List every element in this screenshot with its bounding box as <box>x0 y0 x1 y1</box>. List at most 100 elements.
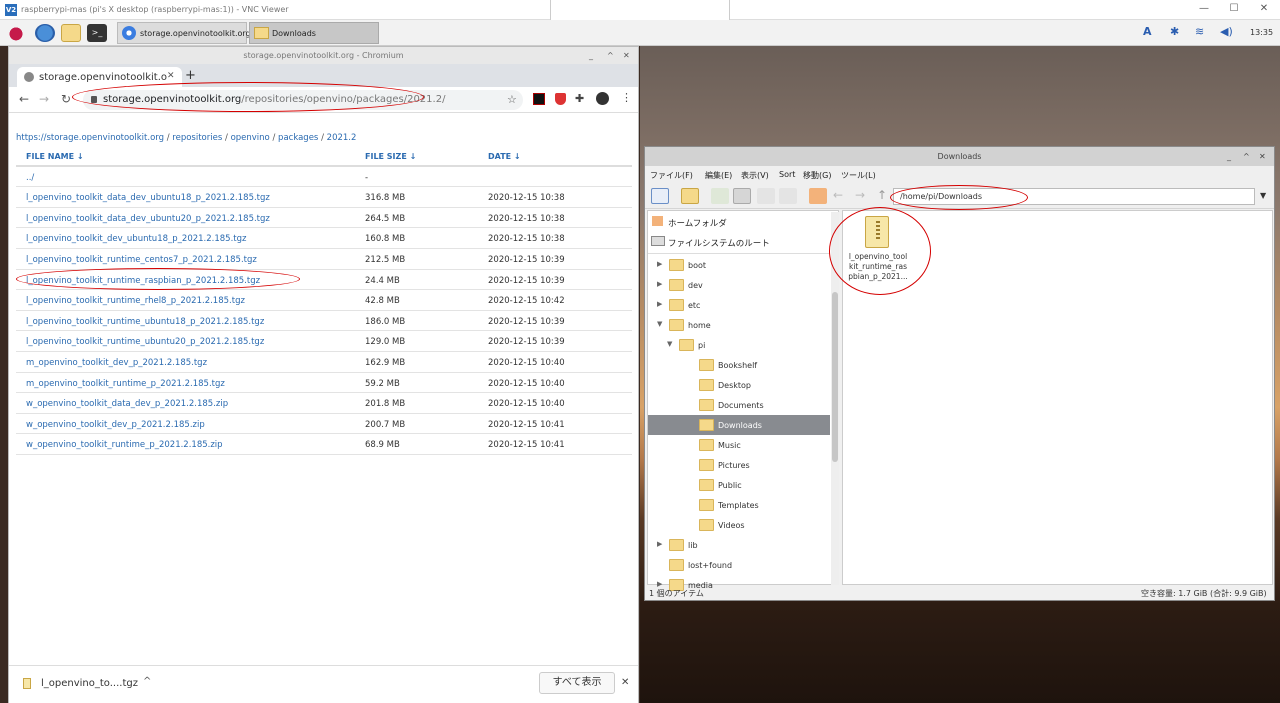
icon-view-icon[interactable] <box>733 188 751 204</box>
maximize-button[interactable]: ^ <box>607 47 614 64</box>
file-item-openvino-archive[interactable]: l_openvino_toolkit_runtime_raspbian_p_20… <box>843 211 913 291</box>
breadcrumb-packages[interactable]: packages <box>278 133 318 143</box>
file-link[interactable]: l_openvino_toolkit_dev_ubuntu18_p_2021.2… <box>26 234 246 244</box>
back-arrow-icon[interactable]: ← <box>19 92 29 106</box>
column-file-name[interactable]: FILE NAME ↓ <box>26 152 84 161</box>
tree-item-pictures[interactable]: Pictures <box>648 455 830 475</box>
raspberry-menu-icon[interactable] <box>6 24 26 42</box>
view-mode-icon[interactable] <box>711 188 729 204</box>
back-arrow-icon[interactable]: ← <box>833 188 851 204</box>
expander-icon[interactable]: ▶ <box>657 260 662 268</box>
volume-icon[interactable]: ◀) <box>1220 25 1233 38</box>
file-link[interactable]: l_openvino_toolkit_data_dev_ubuntu18_p_2… <box>26 193 270 203</box>
path-history-dropdown-icon[interactable]: ▼ <box>1260 191 1266 200</box>
extensions-puzzle-icon[interactable]: ✚ <box>575 92 584 105</box>
taskbar-task-chromium[interactable]: storage.openvinotoolkit.org... <box>117 22 258 44</box>
taskbar-task-downloads[interactable]: Downloads <box>249 22 379 44</box>
breadcrumb-root[interactable]: https://storage.openvinotoolkit.org <box>16 133 164 143</box>
vnc-toolbar-handle[interactable] <box>550 0 730 22</box>
thumbnail-view-icon[interactable] <box>757 188 775 204</box>
address-bar[interactable]: storage.openvinotoolkit.org/repositories… <box>83 90 523 110</box>
vnc-minimize-button[interactable]: — <box>1190 3 1218 17</box>
expander-icon[interactable]: ▶ <box>657 540 662 548</box>
breadcrumb-repositories[interactable]: repositories <box>172 133 222 143</box>
extension-icon[interactable] <box>533 93 545 105</box>
forward-arrow-icon[interactable]: → <box>855 188 873 204</box>
tree-item-music[interactable]: Music <box>648 435 830 455</box>
tree-item-downloads[interactable]: Downloads <box>648 415 830 435</box>
file-link[interactable]: w_openvino_toolkit_data_dev_p_2021.2.185… <box>26 399 228 409</box>
file-link[interactable]: l_openvino_toolkit_runtime_ubuntu20_p_20… <box>26 337 264 347</box>
breadcrumb-openvino[interactable]: openvino <box>231 133 270 143</box>
menu-edit[interactable]: 編集(E) <box>705 170 732 181</box>
expander-icon[interactable]: ▼ <box>657 320 662 328</box>
file-link[interactable]: w_openvino_toolkit_runtime_p_2021.2.185.… <box>26 440 223 450</box>
menu-kebab-icon[interactable]: ⋮ <box>621 91 632 104</box>
wifi-icon[interactable]: ≋ <box>1195 25 1204 38</box>
tab-storage-openvino[interactable]: storage.openvinotoolkit.o ✕ <box>17 67 182 87</box>
menu-sort[interactable]: Sort <box>779 170 795 179</box>
new-window-icon[interactable] <box>651 188 669 204</box>
compact-view-icon[interactable] <box>779 188 797 204</box>
forward-arrow-icon[interactable]: → <box>39 92 49 106</box>
download-item-name[interactable]: l_openvino_to....tgz <box>41 678 138 689</box>
file-link[interactable]: l_openvino_toolkit_runtime_rhel8_p_2021.… <box>26 296 245 306</box>
vnc-maximize-button[interactable]: ☐ <box>1220 3 1248 17</box>
tree-item-videos[interactable]: Videos <box>648 515 830 535</box>
tree-scrollbar[interactable] <box>831 212 839 585</box>
file-link[interactable]: l_openvino_toolkit_data_dev_ubuntu20_p_2… <box>26 214 270 224</box>
breadcrumb-version[interactable]: 2021.2 <box>327 133 357 143</box>
scrollbar-thumb[interactable] <box>832 292 838 462</box>
path-input[interactable]: /home/pi/Downloads <box>893 188 1255 205</box>
expander-icon[interactable]: ▶ <box>657 580 662 588</box>
file-link[interactable]: m_openvino_toolkit_dev_p_2021.2.185.tgz <box>26 358 207 368</box>
new-tab-button[interactable]: + <box>185 68 196 83</box>
tree-item-pi[interactable]: ▼ pi <box>648 335 830 355</box>
file-link[interactable]: m_openvino_toolkit_runtime_p_2021.2.185.… <box>26 379 225 389</box>
minimize-button[interactable]: _ <box>589 47 593 64</box>
close-button[interactable]: ✕ <box>1259 147 1266 166</box>
tree-item-public[interactable]: Public <box>648 475 830 495</box>
menu-go[interactable]: 移動(G) <box>803 170 831 181</box>
home-icon[interactable] <box>809 188 827 204</box>
place-home-folder[interactable]: ホームフォルダ <box>668 217 727 229</box>
ublock-icon[interactable] <box>555 93 566 105</box>
menu-tools[interactable]: ツール(L) <box>841 170 876 181</box>
keyboard-layout-indicator[interactable]: A <box>1143 25 1152 38</box>
file-link[interactable]: ../ <box>26 173 34 183</box>
tree-item-boot[interactable]: ▶ boot <box>648 255 830 275</box>
web-browser-icon[interactable] <box>35 24 55 42</box>
minimize-button[interactable]: _ <box>1227 147 1231 166</box>
show-all-downloads-button[interactable]: すべて表示 <box>539 672 615 694</box>
place-filesystem-root[interactable]: ファイルシステムのルート <box>668 237 770 249</box>
download-chevron-icon[interactable]: ^ <box>143 676 151 687</box>
profile-avatar-icon[interactable] <box>596 92 609 105</box>
file-link[interactable]: l_openvino_toolkit_runtime_centos7_p_202… <box>26 255 257 265</box>
tree-item-lib[interactable]: ▶ lib <box>648 535 830 555</box>
tree-item-etc[interactable]: ▶ etc <box>648 295 830 315</box>
tree-item-documents[interactable]: Documents <box>648 395 830 415</box>
tree-item-desktop[interactable]: Desktop <box>648 375 830 395</box>
tree-item-lost-found[interactable]: lost+found <box>648 555 830 575</box>
expander-icon[interactable]: ▼ <box>667 340 672 348</box>
close-button[interactable]: ✕ <box>623 47 630 64</box>
menu-view[interactable]: 表示(V) <box>741 170 769 181</box>
file-link[interactable]: l_openvino_toolkit_runtime_raspbian_p_20… <box>26 276 260 286</box>
expander-icon[interactable]: ▶ <box>657 280 662 288</box>
tree-item-dev[interactable]: ▶ dev <box>648 275 830 295</box>
reload-icon[interactable]: ↻ <box>61 92 71 106</box>
file-link[interactable]: w_openvino_toolkit_dev_p_2021.2.185.zip <box>26 420 205 430</box>
menu-file[interactable]: ファイル(F) <box>650 170 693 181</box>
column-date[interactable]: DATE ↓ <box>488 152 521 161</box>
file-link[interactable]: l_openvino_toolkit_runtime_ubuntu18_p_20… <box>26 317 264 327</box>
tree-item-bookshelf[interactable]: Bookshelf <box>648 355 830 375</box>
expander-icon[interactable]: ▶ <box>657 300 662 308</box>
close-tab-icon[interactable]: ✕ <box>167 71 175 81</box>
tree-item-templates[interactable]: Templates <box>648 495 830 515</box>
bookmark-star-icon[interactable]: ☆ <box>507 93 517 106</box>
tree-item-home[interactable]: ▼ home <box>648 315 830 335</box>
new-tab-icon[interactable] <box>681 188 699 204</box>
vnc-close-button[interactable]: ✕ <box>1250 3 1278 17</box>
clock[interactable]: 13:35 <box>1250 28 1273 37</box>
close-download-shelf-button[interactable]: ✕ <box>621 677 629 688</box>
